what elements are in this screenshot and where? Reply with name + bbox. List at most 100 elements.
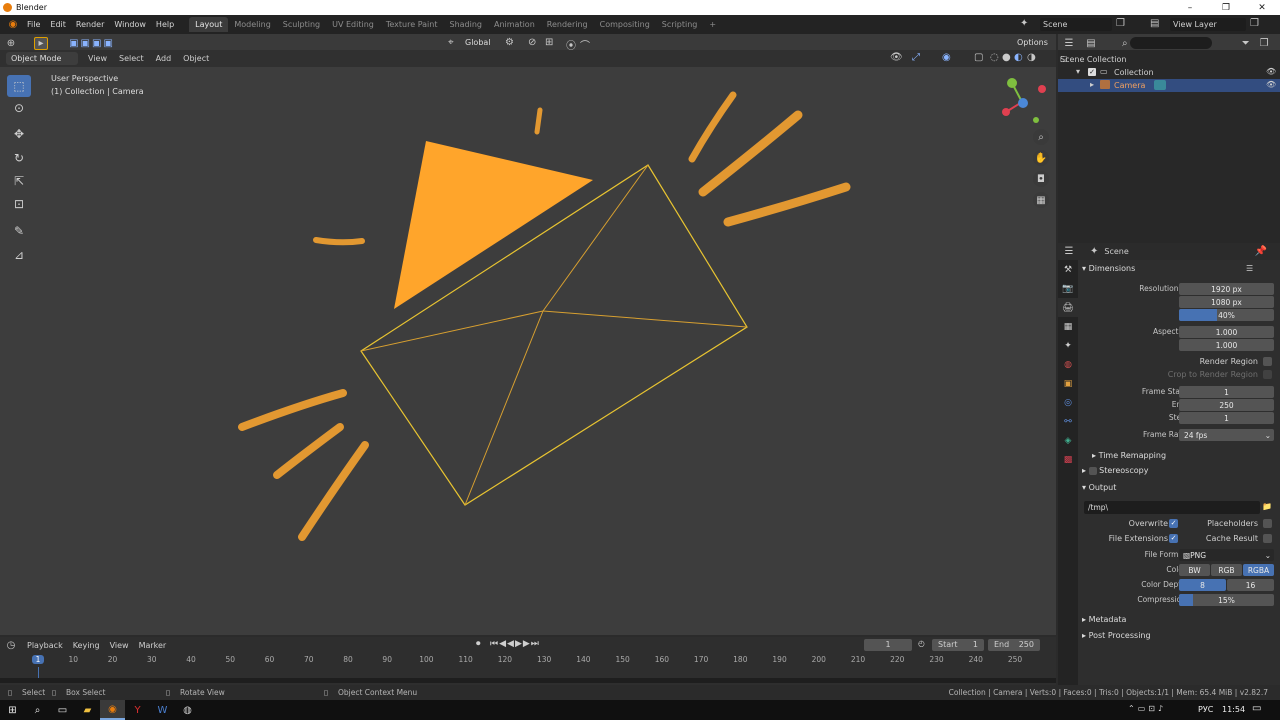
crop-region-checkbox[interactable] [1263,370,1272,379]
tab-shading[interactable]: Shading [443,17,488,32]
selection-mode-icons[interactable]: ▣▣▣▣ [62,38,122,49]
zoom-icon[interactable]: ⌕ [1033,129,1049,145]
menu-help[interactable]: Help [151,20,179,29]
cursor-tool-icon[interactable]: ⊙ [7,97,31,119]
texture-tab-icon[interactable]: ▩ [1058,450,1078,469]
outliner-search-input[interactable] [1129,37,1212,49]
view-layer-tab-icon[interactable]: ▦ [1058,317,1078,336]
output-section-header[interactable]: ▾ Output [1082,483,1116,492]
select-box-tool-icon[interactable]: ⬚ [7,75,31,97]
maximize-button[interactable]: ❐ [1208,0,1244,15]
blender-menu-icon[interactable]: ◉ [4,19,22,30]
depth-16-button[interactable]: 16 [1227,579,1274,591]
stereoscopy-header[interactable]: ▸ Stereoscopy [1082,466,1148,475]
post-processing-header[interactable]: ▸ Post Processing [1082,631,1151,640]
frame-end-field[interactable]: 250 [1179,399,1274,411]
metadata-header[interactable]: ▸ Metadata [1082,615,1126,624]
snap-target-icon[interactable]: ⊞ [545,37,553,48]
camera-view-icon[interactable]: ◘ [1033,171,1049,187]
tab-sculpting[interactable]: Sculpting [277,17,326,32]
transform-orientation-dropdown[interactable]: Global [460,36,496,49]
3d-viewport[interactable]: User Perspective (1) Collection | Camera… [0,67,1056,635]
timeline-ruler[interactable]: 1 10 20 30 40 50 60 70 80 90 100 110 120 130 140 150 160… [0,655,1056,667]
yandex-browser-icon[interactable]: Y [125,700,150,720]
new-scene-icon[interactable]: ❐ [1116,18,1125,29]
color-rgba-button[interactable]: RGBA [1243,564,1274,576]
timeline-editor-icon[interactable]: ◷ [0,640,22,651]
frame-step-field[interactable]: 1 [1179,412,1274,424]
windows-start-icon[interactable]: ⊞ [0,700,25,720]
menu-object[interactable]: Object [177,54,215,63]
data-tab-icon[interactable]: ◈ [1058,431,1078,450]
overwrite-checkbox[interactable]: ✓ [1169,519,1178,528]
solid-shading-icon[interactable]: ● [1002,52,1011,63]
tab-rendering[interactable]: Rendering [541,17,594,32]
tab-scripting[interactable]: Scripting [656,17,704,32]
menu-timeline-view[interactable]: View [105,641,134,650]
outliner-row-scene[interactable]: ▢ Scene Collection [1058,54,1280,66]
language-indicator[interactable]: РУС [1198,705,1213,714]
taskbar-search-icon[interactable]: ⌕ [25,700,50,720]
resolution-pct-slider[interactable]: 40% [1179,309,1274,321]
depth-8-button[interactable]: 8 [1179,579,1226,591]
material-shading-icon[interactable]: ◐ [1014,52,1023,63]
object-tab-icon[interactable]: ▣ [1058,374,1078,393]
file-extensions-checkbox[interactable]: ✓ [1169,534,1178,543]
scene-selector[interactable]: Scene [1040,18,1112,31]
display-mode-icon[interactable]: ▤ [1080,38,1102,49]
tab-texture-paint[interactable]: Texture Paint [380,17,444,32]
gizmo-icon[interactable]: ⤢ [912,52,920,63]
collection-checkbox[interactable]: ✓ [1088,68,1096,76]
playback-controls-icon[interactable]: ⏮◀◀▶▶⏭ [490,639,540,649]
word-icon[interactable]: W [150,700,175,720]
close-button[interactable]: ✕ [1244,0,1280,15]
world-tab-icon[interactable]: ◍ [1058,355,1078,374]
file-explorer-icon[interactable]: ▰ [75,700,100,720]
folder-icon[interactable]: 📁 [1262,502,1272,511]
scale-tool-icon[interactable]: ⇱ [7,170,31,192]
compression-slider[interactable]: 15% [1179,594,1274,606]
outliner-editor-icon[interactable]: ☰ [1058,38,1080,49]
frame-rate-dropdown[interactable]: 24 fps ⌄ [1179,429,1274,441]
visibility-icon[interactable]: 👁 [890,52,903,63]
file-format-dropdown[interactable]: ▧ PNG ⌄ [1179,549,1274,561]
camera-visibility-icon[interactable]: 👁 [1266,80,1276,89]
menu-render[interactable]: Render [71,20,109,29]
aspect-x-field[interactable]: 1.000 [1179,326,1274,338]
frame-start-field[interactable]: 1 [1179,386,1274,398]
pan-hand-icon[interactable]: ✋ [1033,150,1049,166]
rotate-tool-icon[interactable]: ↻ [7,147,31,169]
current-frame-field[interactable]: 1 [864,639,912,651]
measure-tool-icon[interactable]: ⊿ [7,244,31,266]
menu-select[interactable]: Select [113,54,150,63]
camera-data-icon[interactable] [1154,80,1166,90]
menu-marker[interactable]: Marker [134,641,172,650]
move-tool-icon[interactable]: ✥ [7,123,31,145]
stopwatch-icon[interactable]: ◴ [918,639,925,648]
tab-modeling[interactable]: Modeling [228,17,276,32]
menu-edit[interactable]: Edit [45,20,71,29]
blender-taskbar-icon[interactable]: ◉ [100,700,125,720]
placeholders-checkbox[interactable] [1263,519,1272,528]
new-collection-icon[interactable]: ❐ [1260,38,1269,49]
snap-icon[interactable]: ⊘ [528,37,536,48]
scene-tab-icon[interactable]: ✦ [1058,336,1078,355]
constraints-tab-icon[interactable]: ⚯ [1058,412,1078,431]
annotate-tool-icon[interactable]: ✎ [7,220,31,242]
tab-layout[interactable]: Layout [189,17,229,32]
time-remapping-header[interactable]: ▸ Time Remapping [1092,451,1166,460]
presets-list-icon[interactable]: ☰ [1246,264,1253,273]
cache-result-checkbox[interactable] [1263,534,1272,543]
start-frame-field[interactable]: Start 1 [932,639,984,651]
color-bw-button[interactable]: BW [1179,564,1210,576]
clock[interactable]: 11:54 [1222,705,1245,714]
color-rgb-button[interactable]: RGB [1211,564,1242,576]
menu-add[interactable]: Add [150,54,178,63]
editor-type-icon[interactable]: ⊕ [0,38,22,49]
tab-animation[interactable]: Animation [488,17,541,32]
output-tab-icon[interactable]: 🖨 [1058,298,1078,317]
dimensions-section-header[interactable]: ▾ Dimensions [1082,264,1135,273]
menu-file[interactable]: File [22,20,45,29]
properties-editor-icon[interactable]: ☰ [1058,246,1080,257]
tool-tab-icon[interactable]: ⚒ [1058,260,1078,279]
